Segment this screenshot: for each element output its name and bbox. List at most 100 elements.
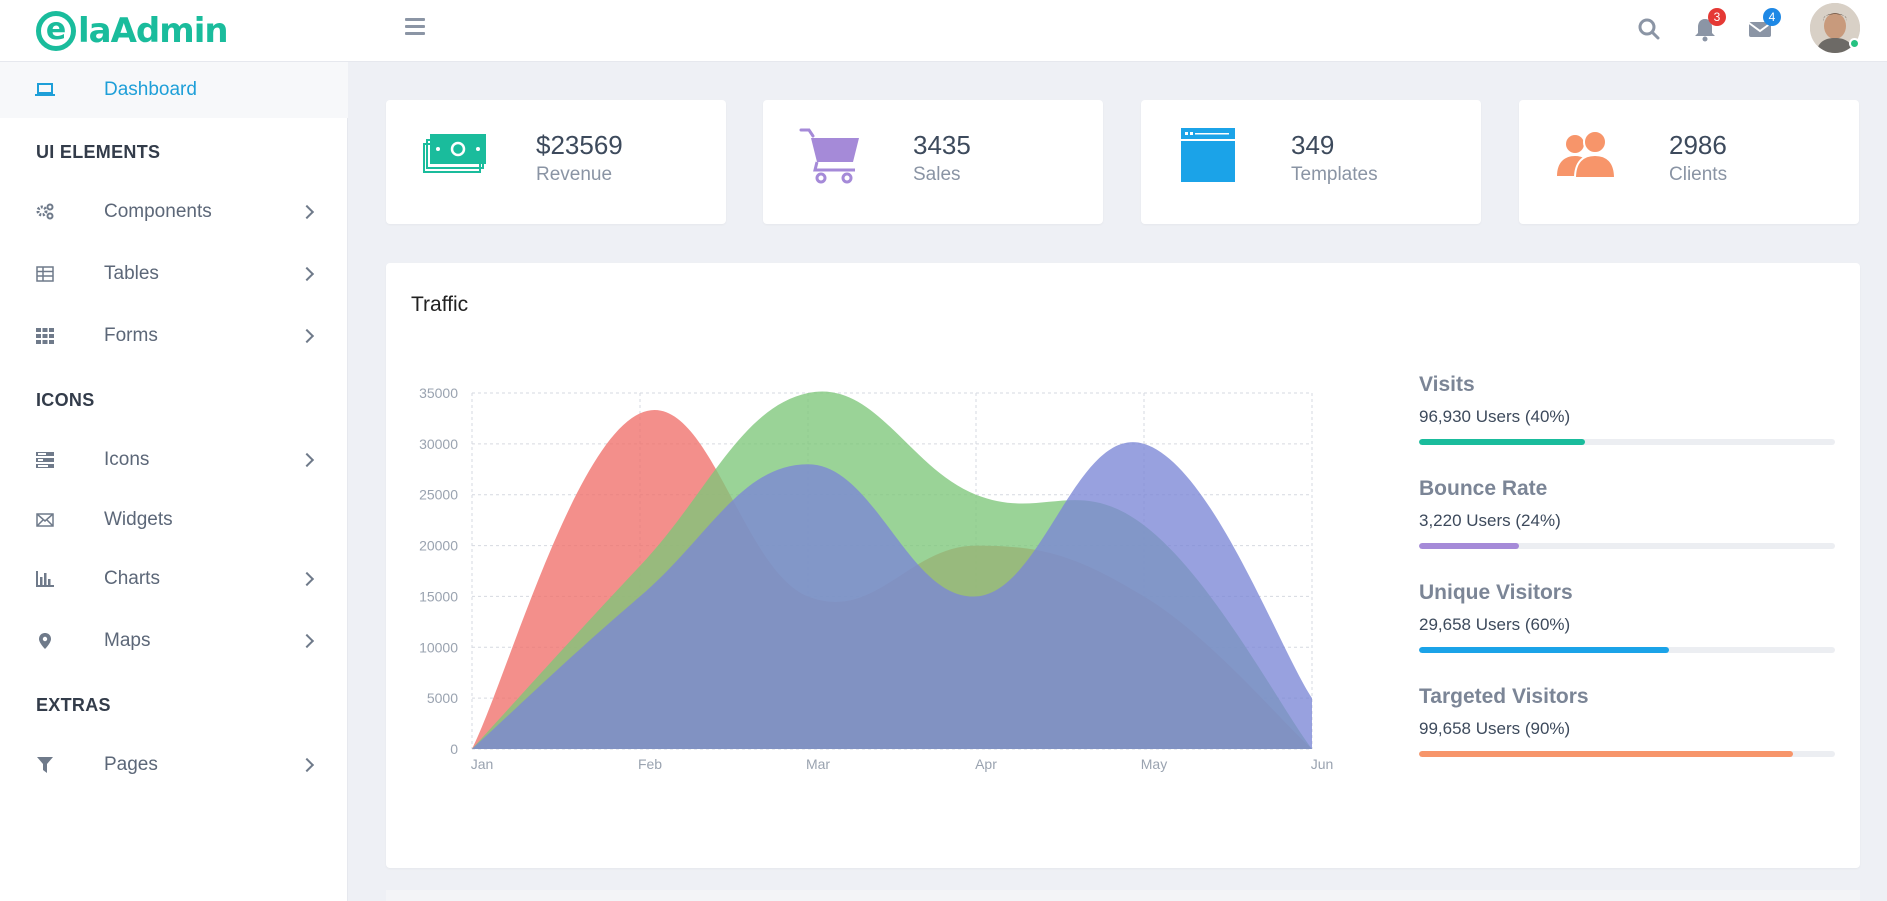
metric-title: Targeted Visitors <box>1419 685 1589 708</box>
stat-label: Sales <box>913 164 961 185</box>
logo[interactable]: e la Admin <box>36 8 229 54</box>
chevron-right-icon <box>299 452 315 468</box>
next-card-edge <box>386 890 1860 901</box>
section-icons: ICONS <box>36 390 95 410</box>
stat-label: Templates <box>1291 164 1378 185</box>
section-extras: EXTRAS <box>36 695 111 715</box>
envelope-icon[interactable]: 4 <box>1745 8 1781 44</box>
chevron-right-icon <box>299 328 315 344</box>
progress-bar <box>1419 439 1835 445</box>
bell-icon[interactable]: 3 <box>1690 8 1726 44</box>
bar-chart-icon <box>34 568 56 590</box>
sidebar-item-tables[interactable]: Tables <box>0 248 348 300</box>
stat-value: 349 <box>1291 130 1335 160</box>
stat-card-clients: 2986 Clients <box>1519 100 1859 224</box>
y-tick-label: 20000 <box>419 538 458 554</box>
sidebar-item-label: Forms <box>104 325 158 346</box>
metric-title: Bounce Rate <box>1419 477 1548 500</box>
chevron-right-icon <box>299 571 315 587</box>
stat-card-revenue: $23569 Revenue <box>386 100 726 224</box>
metric-targeted-visitors: Targeted Visitors 99,658 Users (90%) <box>1419 685 1835 757</box>
metric-subtitle: 3,220 Users (24%) <box>1419 511 1561 530</box>
stat-label: Revenue <box>536 164 613 185</box>
sidebar-item-icons[interactable]: Icons <box>0 434 348 486</box>
users-icon <box>1555 126 1619 186</box>
metric-subtitle: 99,658 Users (90%) <box>1419 719 1571 738</box>
messages-badge: 4 <box>1763 8 1781 26</box>
gears-icon <box>34 201 56 223</box>
y-tick-label: 15000 <box>419 588 458 604</box>
chevron-right-icon <box>299 633 315 649</box>
metric-bounce-rate: Bounce Rate 3,220 Users (24%) <box>1419 477 1835 549</box>
laptop-icon <box>34 79 56 101</box>
traffic-area-chart: 0 5000 10000 15000 20000 25000 30000 35000 Jan Fe… <box>419 385 1334 772</box>
logo-e-mark: e <box>36 11 76 51</box>
filter-icon <box>34 754 56 776</box>
sidebar-item-label: Maps <box>104 630 151 651</box>
shopping-cart-icon <box>799 126 863 186</box>
metric-subtitle: 96,930 Users (40%) <box>1419 407 1571 426</box>
stat-label: Clients <box>1669 164 1728 185</box>
sidebar-item-dashboard[interactable]: Dashboard <box>0 62 348 118</box>
section-ui-elements: UI ELEMENTS <box>36 142 161 162</box>
progress-fill <box>1419 543 1519 549</box>
online-status-dot <box>1849 38 1860 49</box>
metric-unique-visitors: Unique Visitors 29,658 Users (60%) <box>1419 581 1835 653</box>
y-tick-label: 30000 <box>419 436 458 452</box>
sidebar-item-maps[interactable]: Maps <box>0 615 348 667</box>
progress-fill <box>1419 751 1794 757</box>
traffic-card: Traffic 0 5000 10000 15000 20000 25000 30000 35… <box>386 263 1860 868</box>
logo-text-admin: Admin <box>110 11 229 51</box>
sidebar: Dashboard UI ELEMENTS Components Tables … <box>0 62 348 901</box>
sidebar-item-forms[interactable]: Forms <box>0 310 348 362</box>
search-icon[interactable] <box>1634 14 1664 44</box>
table-icon <box>34 263 56 285</box>
sidebar-item-widgets[interactable]: Widgets <box>0 494 348 546</box>
chevron-right-icon <box>299 266 315 282</box>
sidebar-item-label: Dashboard <box>104 79 197 100</box>
map-marker-icon <box>34 630 56 652</box>
envelope-icon <box>34 509 56 531</box>
sidebar-item-charts[interactable]: Charts <box>0 553 348 605</box>
sidebar-item-label: Widgets <box>104 509 173 530</box>
stat-card-sales: 3435 Sales <box>763 100 1103 224</box>
y-tick-label: 10000 <box>419 639 458 655</box>
browser-window-icon <box>1177 126 1241 186</box>
x-tick-label: May <box>1141 756 1167 772</box>
progress-bar <box>1419 543 1835 549</box>
sidebar-item-label: Charts <box>104 568 160 589</box>
stat-value: $23569 <box>536 130 623 160</box>
metric-visits: Visits 96,930 Users (40%) <box>1419 373 1835 445</box>
x-tick-label: Mar <box>806 756 830 772</box>
x-tick-label: Jan <box>471 756 494 772</box>
metric-subtitle: 29,658 Users (60%) <box>1419 615 1571 634</box>
x-tick-label: Feb <box>638 756 662 772</box>
sidebar-item-label: Icons <box>104 449 150 470</box>
sidebar-item-label: Pages <box>104 754 158 775</box>
hamburger-menu-icon[interactable] <box>405 18 425 38</box>
progress-fill <box>1419 439 1586 445</box>
sidebar-item-label: Tables <box>104 263 159 284</box>
stat-card-templates: 349 Templates <box>1141 100 1481 224</box>
grid-icon <box>34 325 56 347</box>
logo-text-ela: la <box>78 11 112 51</box>
tasks-icon <box>34 449 56 471</box>
sidebar-item-pages[interactable]: Pages <box>0 739 348 791</box>
progress-bar <box>1419 647 1835 653</box>
sidebar-item-components[interactable]: Components <box>0 186 348 238</box>
money-icon <box>422 126 486 186</box>
sidebar-item-label: Components <box>104 201 212 222</box>
chevron-right-icon <box>299 757 315 773</box>
y-tick-label: 25000 <box>419 487 458 503</box>
progress-fill <box>1419 647 1669 653</box>
top-header: e la Admin 3 4 <box>0 0 1887 62</box>
progress-bar <box>1419 751 1835 757</box>
y-tick-label: 35000 <box>419 385 458 401</box>
x-tick-label: Jun <box>1311 756 1334 772</box>
metric-title: Unique Visitors <box>1419 581 1573 604</box>
x-tick-label: Apr <box>975 756 997 772</box>
y-tick-label: 0 <box>450 741 458 757</box>
stat-value: 2986 <box>1669 130 1727 160</box>
notifications-badge: 3 <box>1708 8 1726 26</box>
stat-value: 3435 <box>913 130 971 160</box>
